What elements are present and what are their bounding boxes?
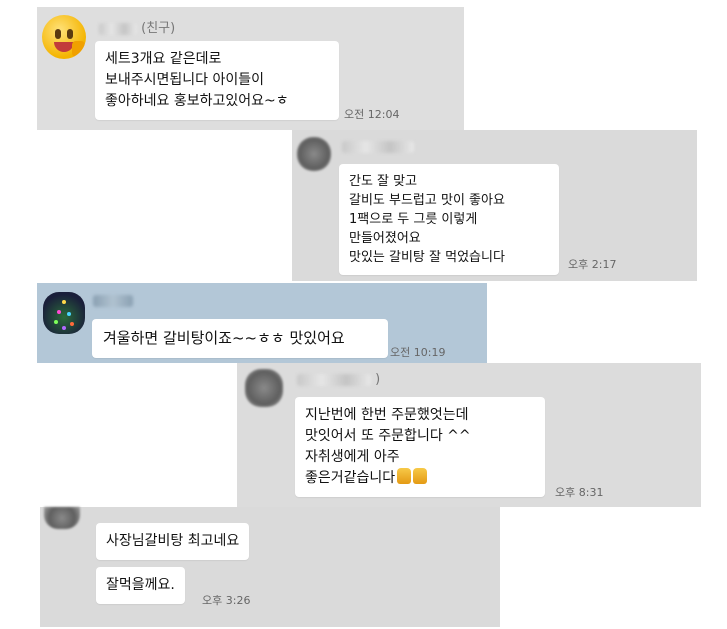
message-bubble: 겨울하면 갈비탕이죠~~ㅎㅎ 맛있어요 — [92, 319, 388, 358]
blurred-name — [93, 294, 133, 307]
chat-card-3: 겨울하면 갈비탕이죠~~ㅎㅎ 맛있어요 오전 10:19 — [37, 283, 487, 363]
message-bubble: 지난번에 한번 주문했엇는데 맛잇어서 또 주문합니다 ^^ 자취생에게 아주 … — [295, 397, 545, 497]
blurred-name — [342, 140, 414, 153]
message-text: 지난번에 한번 주문했엇는데 맛잇어서 또 주문합니다 ^^ 자취생에게 아주 … — [305, 407, 471, 486]
chat-card-1: (친구) 세트3개요 같은데로 보내주시면됩니다 아이들이 좋아하네요 홍보하고… — [37, 7, 464, 130]
message-time: 오후 3:26 — [202, 594, 251, 607]
blurred-name — [297, 373, 371, 386]
sender-suffix: ) — [375, 372, 381, 387]
message-time: 오후 2:17 — [568, 258, 617, 271]
sender-name — [93, 293, 133, 308]
thumbs-up-emoji — [397, 468, 412, 484]
message-bubble: 간도 잘 맞고 갈비도 부드럽고 맛이 좋아요 1팩으로 두 그릇 이렇게 만들… — [339, 164, 559, 275]
message-bubble: 사장님갈비탕 최고네요 — [96, 523, 250, 560]
sender-suffix: (친구) — [141, 21, 176, 36]
message-time: 오전 12:04 — [344, 108, 400, 121]
chat-card-2: 간도 잘 맞고 갈비도 부드럽고 맛이 좋아요 1팩으로 두 그릇 이렇게 만들… — [292, 130, 697, 281]
message-time: 오후 8:31 — [555, 486, 604, 499]
chat-card-4: ) 지난번에 한번 주문했엇는데 맛잇어서 또 주문합니다 ^^ 자취생에게 아… — [237, 363, 701, 507]
blurred-avatar[interactable] — [44, 507, 80, 529]
sender-name: ) — [297, 372, 380, 387]
thumbs-up-face-icon[interactable] — [42, 15, 86, 59]
message-bubble: 잘먹을께요. — [96, 567, 185, 604]
blurred-avatar[interactable] — [297, 137, 331, 171]
sender-name: (친구) — [99, 17, 175, 36]
blurred-avatar[interactable] — [245, 369, 283, 407]
message-bubble: 세트3개요 같은데로 보내주시면됩니다 아이들이 좋아하네요 홍보하고있어요~ㅎ — [95, 41, 339, 120]
blurred-name — [99, 22, 137, 35]
chat-card-5: 사장님갈비탕 최고네요 잘먹을께요. 오후 3:26 — [40, 507, 500, 627]
sender-name — [342, 139, 414, 154]
message-time: 오전 10:19 — [390, 346, 446, 359]
thumbs-up-emoji — [413, 468, 428, 484]
christmas-tree-avatar[interactable] — [43, 292, 85, 334]
